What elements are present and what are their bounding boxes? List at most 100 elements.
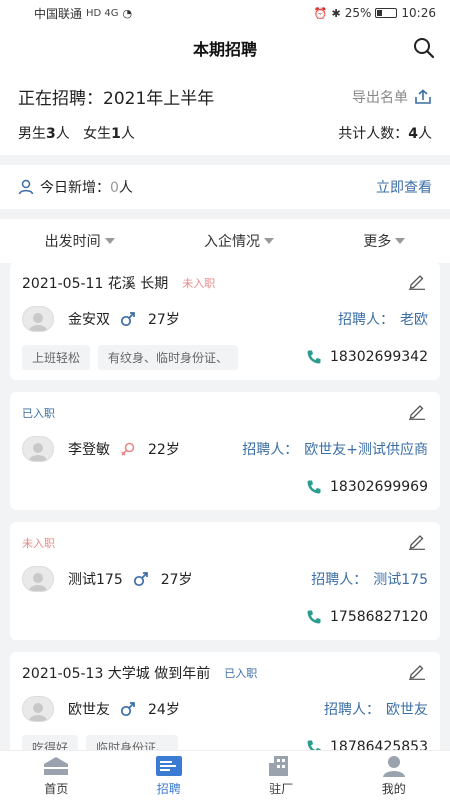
phone-number: 18302699342 (330, 349, 428, 365)
male-count: 3 (46, 126, 56, 142)
candidate-card[interactable]: 已入职 李登敏 22岁 招聘人： 欧世友+测试供应商 18302699969 (10, 392, 440, 510)
caret-down-icon (104, 238, 115, 244)
filter-label: 更多 (363, 234, 392, 250)
tab-label: 驻厂 (269, 781, 294, 796)
male-unit: 人 (55, 126, 70, 142)
candidate-name: 金安双 (68, 312, 110, 328)
caret-down-icon (395, 238, 406, 244)
candidate-card[interactable]: 未入职 测试175 27岁 招聘人： 测试175 17586827120 (10, 522, 440, 640)
recruiter-info: 招聘人： 老欧 (338, 309, 428, 329)
male-label: 男生 (18, 126, 46, 142)
tag-chip: 上班轻松 (22, 344, 91, 370)
phone-link[interactable]: 18786425853 (306, 739, 428, 750)
female-count: 1 (111, 126, 121, 142)
phone-link[interactable]: 18302699969 (306, 479, 428, 495)
recruit-summary: 正在招聘：2021年上半年 导出名单 男生3人 女生1人 共计人数：4人 (0, 70, 450, 155)
search-icon[interactable] (412, 36, 436, 60)
candidate-name: 测试175 (68, 572, 123, 588)
alarm-icon: ⏰ (313, 6, 328, 20)
recruiter-info: 招聘人： 欧世友+测试供应商 (242, 439, 428, 459)
recruiter-label: 招聘人： (324, 702, 380, 718)
factory-icon (269, 755, 289, 776)
status-bar: 中国联通 HD 4G ◔ ⏰ ✱ 25% 10:26 (0, 0, 450, 26)
candidate-age: 27岁 (148, 312, 180, 328)
tab-label: 我的 (381, 781, 406, 796)
nav-bar: 本期招聘 (0, 26, 450, 70)
tag-chip: 有纹身、临时身份证、 (98, 344, 239, 370)
recruiter-label: 招聘人： (242, 442, 299, 458)
carrier-label: 中国联通 (34, 6, 83, 21)
total-label: 共计人数： (338, 126, 409, 142)
female-label: 女生 (83, 126, 112, 142)
phone-link[interactable]: 18302699342 (306, 349, 428, 365)
bluetooth-icon: ✱ (331, 6, 341, 20)
page-title: 本期招聘 (192, 40, 257, 59)
status-badge: 已入职 (224, 667, 258, 680)
recruiter-name: 老欧 (400, 312, 428, 328)
home-icon (44, 756, 69, 775)
male-icon (133, 571, 149, 587)
tab-factory[interactable]: 驻厂 (225, 751, 338, 800)
male-icon (120, 311, 136, 327)
filter-departure-time[interactable]: 出发时间 (45, 231, 115, 251)
phone-icon (307, 480, 321, 494)
recruiter-info: 招聘人： 欧世友 (324, 699, 428, 719)
recruiting-period: 正在招聘：2021年上半年 (18, 89, 215, 109)
today-new-row: 今日新增：0人 立即查看 (0, 165, 450, 209)
bottom-tab-bar: 首页 招聘 驻厂 我的 (0, 750, 450, 800)
battery-icon (375, 8, 398, 18)
user-icon (18, 179, 34, 195)
filter-onboard-status[interactable]: 入企情况 (204, 231, 274, 251)
today-unit: 人 (118, 180, 133, 196)
filter-label: 出发时间 (44, 234, 101, 250)
wifi-icon: ◔ (122, 6, 133, 20)
candidate-age: 24岁 (148, 702, 180, 718)
candidate-list[interactable]: 2021-05-11 花溪 长期 未入职 金安双 27岁 招聘人： 老欧 上班轻松… (0, 254, 450, 750)
tab-profile[interactable]: 我的 (338, 751, 450, 800)
export-list-button[interactable]: 导出名单 (352, 87, 432, 107)
edit-icon[interactable] (408, 274, 426, 290)
edit-icon[interactable] (408, 534, 426, 550)
export-icon (415, 88, 431, 104)
phone-number: 18786425853 (330, 739, 428, 750)
edit-icon[interactable] (408, 664, 426, 680)
tab-label: 招聘 (156, 781, 181, 796)
candidate-age: 22岁 (148, 442, 180, 458)
avatar (22, 566, 54, 592)
recruit-icon (155, 755, 182, 776)
card-info: 2021-05-13 大学城 做到年前 (22, 666, 211, 682)
status-badge: 未入职 (182, 277, 216, 290)
female-unit: 人 (120, 126, 135, 142)
filter-label: 入企情况 (203, 234, 260, 250)
recruiter-name: 欧世友 (386, 702, 428, 718)
caret-down-icon (263, 238, 274, 244)
tag-chip: 临时身份证、 (86, 734, 179, 750)
recruiter-name: 测试175 (373, 572, 428, 588)
status-badge: 未入职 (22, 537, 55, 550)
total-count: 共计人数：4人 (338, 123, 432, 143)
tag-chip: 吃得好 (22, 734, 79, 750)
status-badge: 已入职 (22, 407, 55, 420)
candidate-name: 李登敏 (68, 442, 110, 458)
total-value: 4 (408, 126, 418, 142)
battery-percent: 25% (344, 6, 372, 20)
filter-more[interactable]: 更多 (363, 231, 406, 251)
view-now-link[interactable]: 立即查看 (376, 177, 432, 197)
gender-counts: 男生3人 女生1人 (18, 123, 135, 143)
recruiter-name: 欧世友+测试供应商 (304, 442, 428, 458)
avatar (22, 696, 54, 722)
candidate-name: 欧世友 (68, 702, 110, 718)
female-icon (120, 441, 136, 457)
tab-recruit[interactable]: 招聘 (113, 751, 226, 800)
recruiter-info: 招聘人： 测试175 (311, 569, 428, 589)
recruiter-label: 招聘人： (338, 312, 394, 328)
phone-icon (307, 610, 321, 624)
candidate-card[interactable]: 2021-05-13 大学城 做到年前 已入职 欧世友 24岁 招聘人： 欧世友 … (10, 652, 440, 750)
male-icon (120, 701, 136, 717)
candidate-card[interactable]: 2021-05-11 花溪 长期 未入职 金安双 27岁 招聘人： 老欧 上班轻松… (10, 262, 440, 380)
network-indicator: HD 4G (86, 7, 119, 19)
phone-icon (307, 350, 321, 364)
phone-link[interactable]: 17586827120 (306, 609, 428, 625)
tab-home[interactable]: 首页 (0, 751, 113, 800)
edit-icon[interactable] (408, 404, 426, 420)
